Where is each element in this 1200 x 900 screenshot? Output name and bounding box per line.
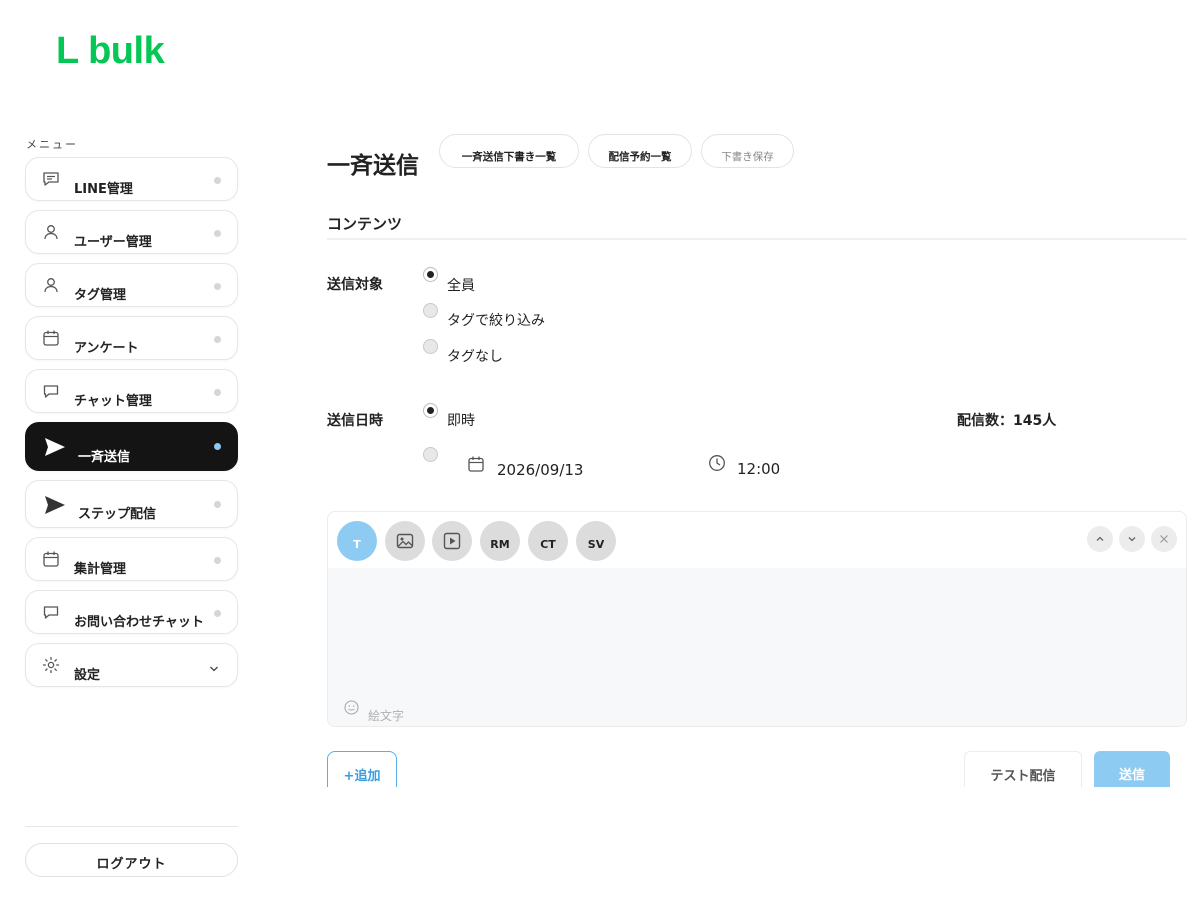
rich-menu-tool-button[interactable]: RM [480,521,520,561]
sidebar-item-analytics[interactable]: 集計管理 [25,537,238,581]
sidebar-item-settings[interactable]: 設定 [25,643,238,687]
sidebar-item-label: LINE管理 [74,182,133,197]
brand-logo: L bulk [56,30,165,72]
save-draft-button[interactable]: 下書き保存 [701,134,794,168]
target-label: 送信対象 [327,277,383,293]
section-divider [327,238,1187,240]
clock-icon[interactable] [708,454,726,476]
radio-schedule-later[interactable] [423,447,438,462]
sidebar-item-label: 集計管理 [74,562,127,577]
send-icon [44,495,66,517]
status-dot [214,336,221,343]
radio-schedule-now[interactable] [423,403,438,418]
sidebar-item-step[interactable]: ステップ配信 [25,480,238,528]
text-tool-button[interactable]: T [337,521,377,561]
status-dot [214,501,221,508]
sidebar-item-label: ステップ配信 [78,507,157,522]
move-up-button[interactable] [1087,526,1113,552]
move-down-button[interactable] [1119,526,1145,552]
option-label: タグなし [447,349,503,365]
status-dot [214,610,221,617]
chevron-down-icon [209,658,219,677]
sidebar-item-label: お問い合わせチャット [74,615,204,630]
video-icon [443,532,461,550]
calendar-icon[interactable] [467,455,485,477]
scheduled-list-button[interactable]: 配信予約一覧 [588,134,692,168]
sidebar-item-line[interactable]: LINE管理 [25,157,238,201]
sidebar-item-label: チャット管理 [74,394,152,409]
sidebar-item-broadcast[interactable]: 一斉送信 [25,422,238,471]
sidebar-item-chat[interactable]: チャット管理 [25,369,238,413]
chevron-up-icon [1096,536,1104,541]
status-dot [214,443,221,450]
chat-bubble-icon [42,382,60,400]
sidebar-item-label: ユーザー管理 [74,235,152,250]
calendar-icon [42,329,60,347]
sidebar-item-users[interactable]: ユーザー管理 [25,210,238,254]
option-label: 即時 [447,413,475,429]
status-dot [214,389,221,396]
gear-icon [42,656,60,674]
message-textarea[interactable] [328,568,1186,726]
status-dot [214,230,221,237]
send-icon [44,437,66,459]
status-dot [214,177,221,184]
radio-target-all[interactable] [423,267,438,282]
sidebar-item-survey[interactable]: アンケート [25,316,238,360]
radio-target-tag[interactable] [423,303,438,318]
image-tool-button[interactable] [385,521,425,561]
sidebar-item-label: アンケート [74,341,139,356]
radio-target-no-tag[interactable] [423,339,438,354]
chevron-down-icon [1128,537,1136,542]
calendar-icon [42,550,60,568]
add-message-button[interactable]: +追加 [327,751,397,787]
emoji-icon[interactable] [344,700,359,719]
schedule-label: 送信日時 [327,413,383,429]
status-dot [214,557,221,564]
option-label: 全員 [447,278,475,294]
section-title: コンテンツ [327,215,403,233]
card-tool-button[interactable]: CT [528,521,568,561]
message-editor: T RM CT SV [327,511,1187,727]
sidebar-item-tags[interactable]: タグ管理 [25,263,238,307]
page-title: 一斉送信 [327,153,419,179]
person-icon [42,276,60,294]
video-tool-button[interactable] [432,521,472,561]
time-field[interactable]: 12:00 [737,460,780,478]
send-button[interactable]: 送信 [1094,751,1170,787]
chat-bubble-icon [42,603,60,621]
menu-label: メニュー [26,138,78,151]
sidebar-divider [25,826,238,827]
logout-button[interactable]: ログアウト [25,843,238,877]
person-icon [42,223,60,241]
emoji-label[interactable]: 絵文字 [368,707,404,724]
close-icon [1160,535,1168,543]
sidebar-item-inquiry-chat[interactable]: お問い合わせチャット [25,590,238,634]
sidebar-item-label: 設定 [74,668,101,683]
delivery-count: 配信数：145人 [957,413,1057,429]
status-dot [214,283,221,290]
survey-tool-button[interactable]: SV [576,521,616,561]
sidebar-item-label: タグ管理 [74,288,127,303]
delete-block-button[interactable] [1151,526,1177,552]
option-label: タグで絞り込み [447,313,545,329]
date-field[interactable]: 2026/09/13 [497,461,583,479]
test-send-button[interactable]: テスト配信 [964,751,1082,787]
draft-list-button[interactable]: 一斉送信下書き一覧 [439,134,579,168]
image-icon [396,533,414,549]
sidebar-item-label: 一斉送信 [78,450,131,465]
chat-bubble-icon [42,170,60,188]
